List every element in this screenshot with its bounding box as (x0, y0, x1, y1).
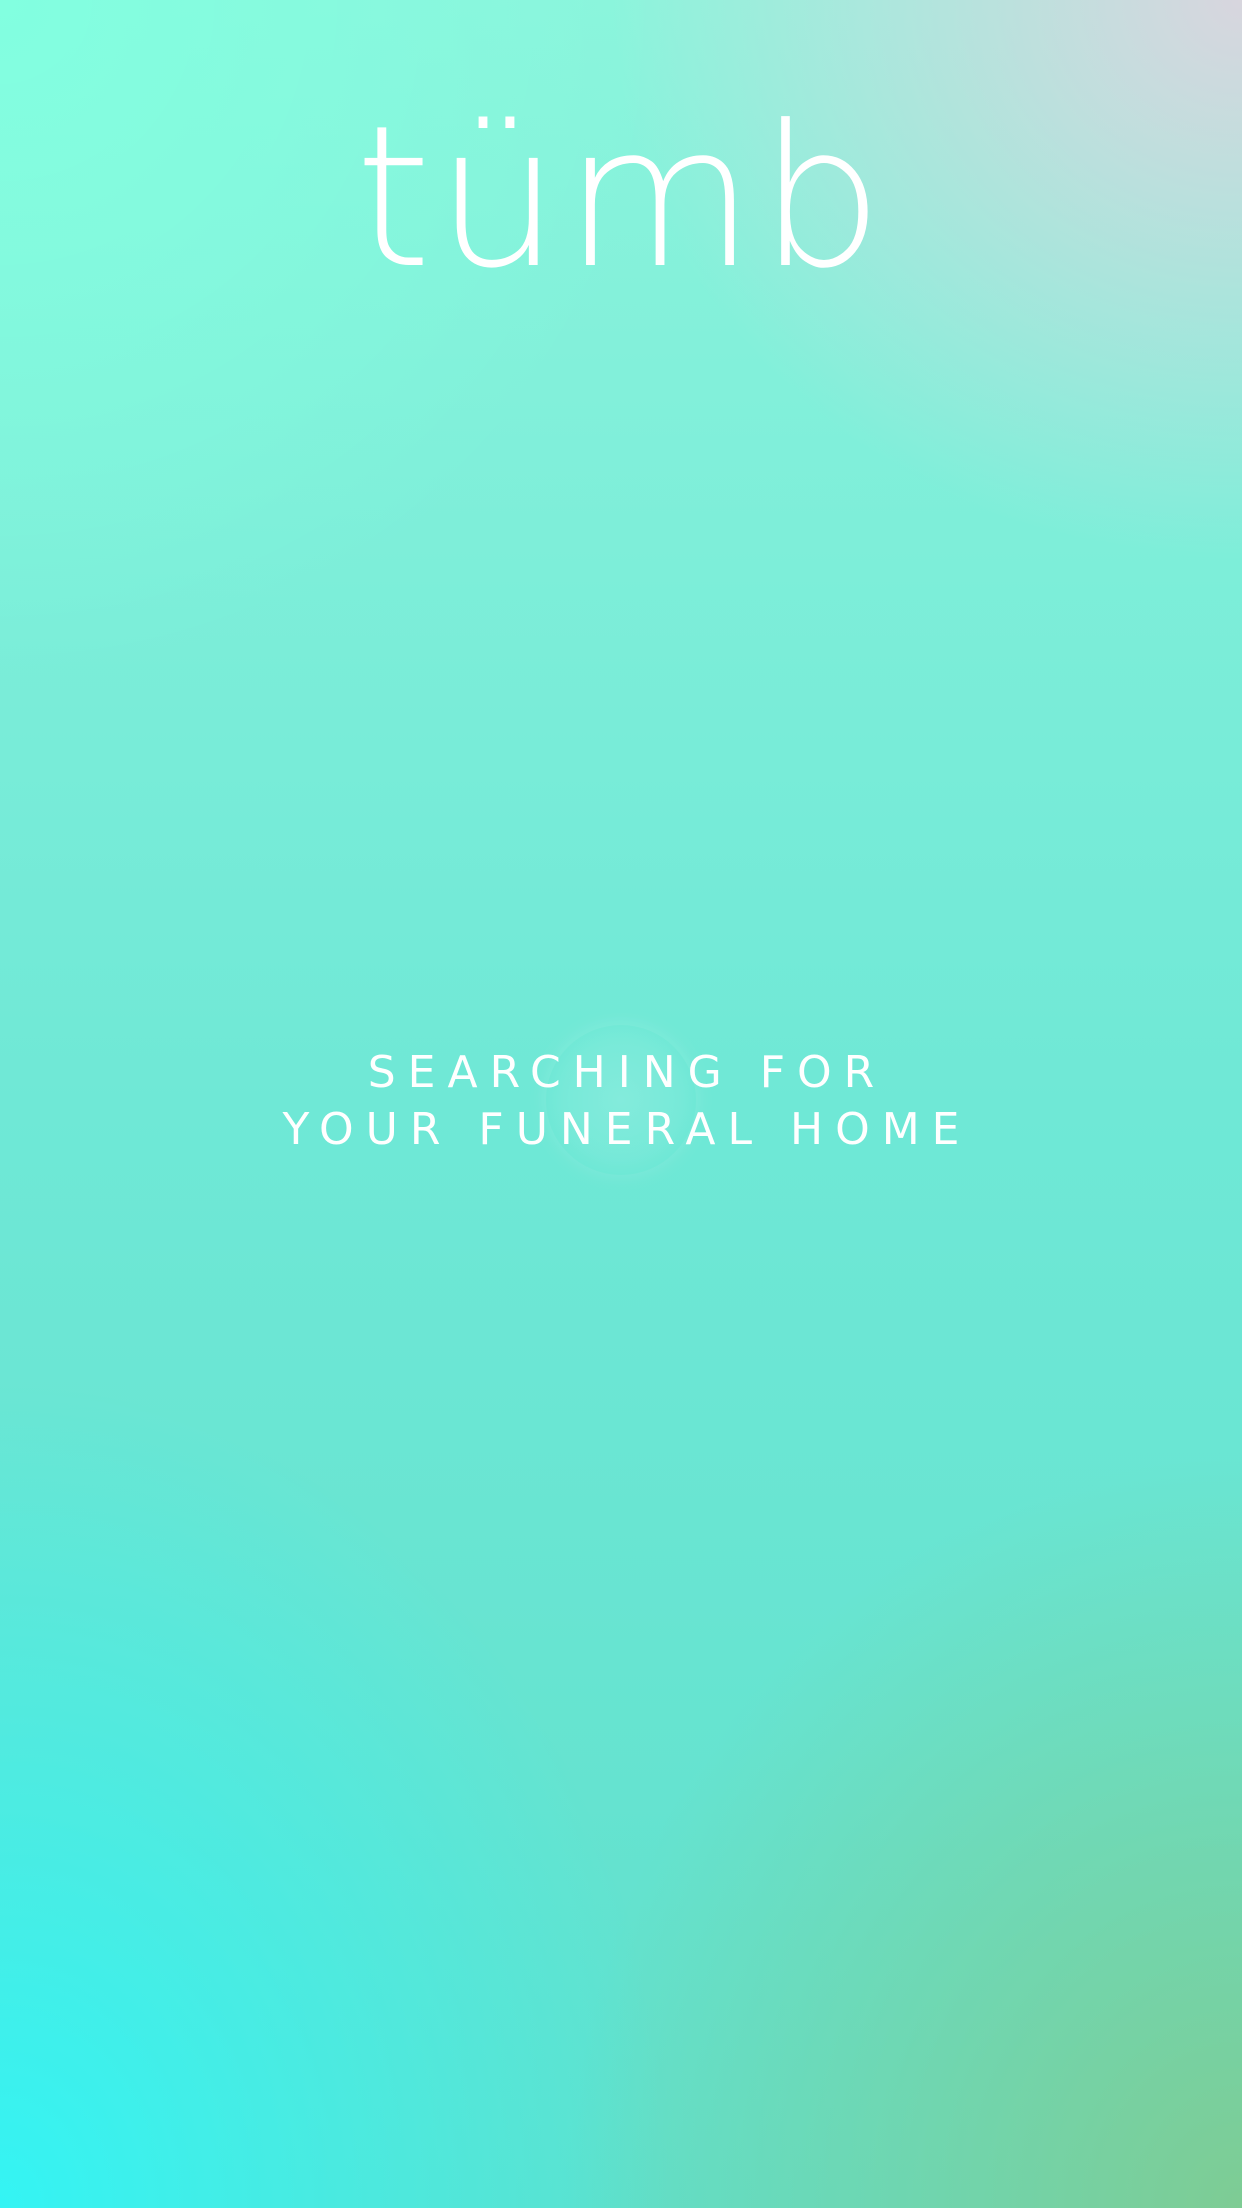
app-logo: tümb (354, 84, 888, 312)
loading-status-line-1: SEARCHING FOR (367, 1047, 887, 1098)
loading-screen: tümb SEARCHING FOR YOUR FUNERAL HOME (0, 0, 1242, 2208)
loading-status-line-2: YOUR FUNERAL HOME (282, 1104, 972, 1155)
loading-status-text: SEARCHING FOR YOUR FUNERAL HOME (0, 1044, 1242, 1158)
